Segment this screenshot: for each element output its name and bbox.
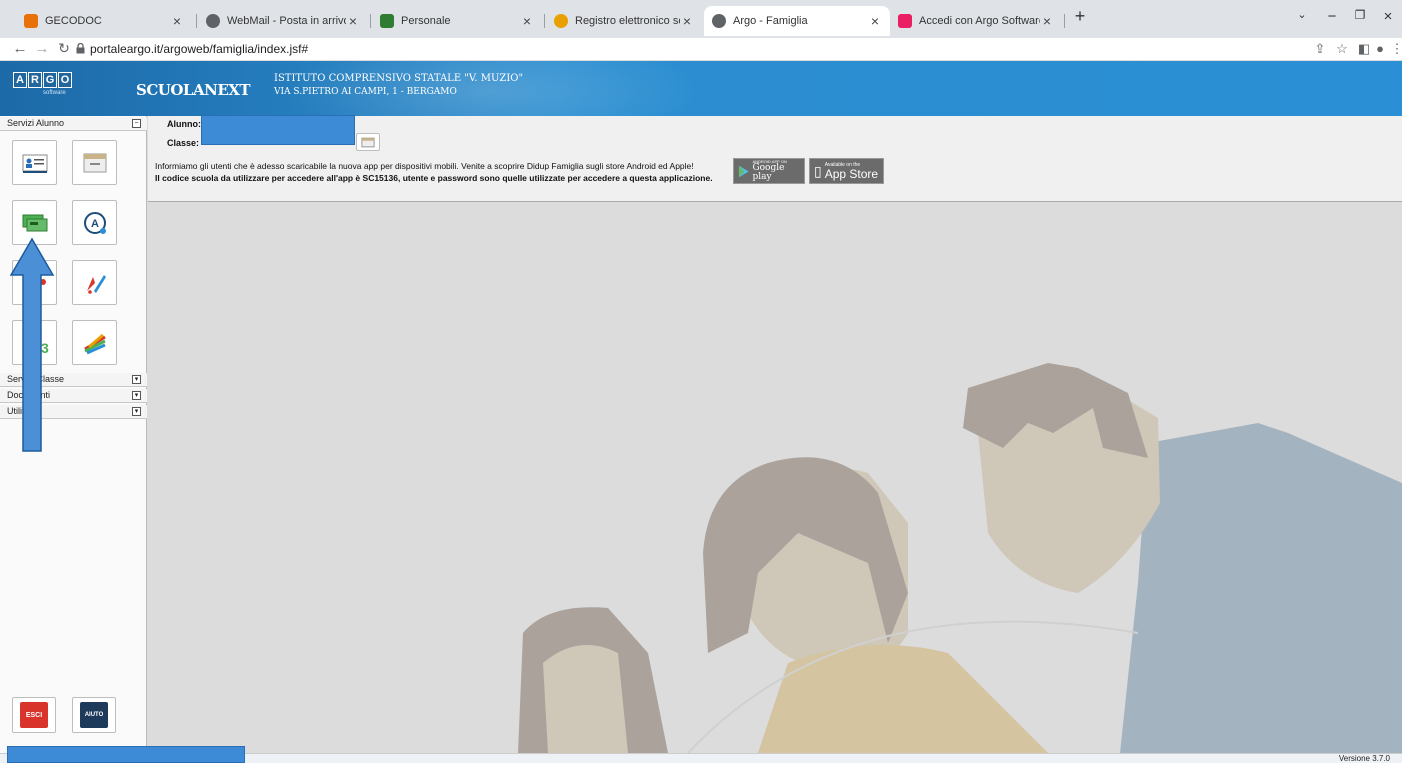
browser-tab-active[interactable]: Argo - Famiglia × bbox=[704, 6, 890, 36]
restore-icon[interactable]: ❐ bbox=[1350, 8, 1370, 22]
close-icon[interactable]: × bbox=[520, 13, 534, 29]
curriculum-icon bbox=[83, 333, 106, 354]
note-icon bbox=[86, 274, 106, 294]
redacted-footer bbox=[7, 746, 245, 763]
browser-tab[interactable]: Accedi con Argo Software × bbox=[890, 6, 1062, 36]
address-bar[interactable]: portaleargo.it/argoweb/famiglia/index.js… bbox=[90, 42, 308, 56]
product-name: SCUOLANEXT bbox=[136, 81, 251, 99]
browser-tab[interactable]: WebMail - Posta in arrivo - bgic8 × bbox=[198, 6, 368, 36]
close-icon[interactable]: × bbox=[1040, 13, 1054, 29]
close-icon[interactable]: × bbox=[346, 13, 360, 29]
bookmark-star-icon[interactable]: ☆ bbox=[1333, 41, 1351, 57]
redacted-student-info bbox=[201, 115, 355, 145]
browser-toolbar: ← → ↻ portaleargo.it/argoweb/famiglia/in… bbox=[0, 38, 1402, 61]
argo-favicon-icon bbox=[898, 14, 912, 28]
registro-favicon-icon bbox=[554, 14, 568, 28]
logo-subtitle: software bbox=[43, 90, 66, 96]
collapse-icon[interactable]: − bbox=[132, 119, 141, 128]
tab-separator bbox=[1064, 14, 1065, 28]
calendar-button[interactable] bbox=[72, 140, 117, 185]
share-icon[interactable]: ⇪ bbox=[1311, 41, 1329, 57]
google-play-icon bbox=[738, 165, 749, 177]
curriculum-button[interactable] bbox=[72, 320, 117, 365]
minimize-icon[interactable]: − bbox=[1322, 8, 1342, 25]
tasse-icon bbox=[22, 214, 47, 231]
main-content bbox=[148, 203, 1402, 753]
alunno-label: Alunno: bbox=[167, 119, 201, 129]
close-icon[interactable]: × bbox=[170, 13, 184, 29]
new-tab-button[interactable]: + bbox=[1070, 6, 1090, 27]
school-code-info: Il codice scuola da utilizzare per acced… bbox=[155, 173, 713, 183]
browser-tab[interactable]: Registro elettronico scuola × bbox=[546, 6, 702, 36]
esci-button[interactable]: ESCI bbox=[12, 697, 56, 733]
back-icon[interactable]: ← bbox=[10, 40, 30, 57]
tab-separator bbox=[196, 14, 197, 28]
profile-icon[interactable]: ● bbox=[1371, 41, 1389, 56]
section-servizi-alunno[interactable]: Servizi Alunno − bbox=[0, 117, 147, 131]
note-button[interactable] bbox=[72, 260, 117, 305]
google-play-badge[interactable]: ANDROID APP ON Google play bbox=[733, 158, 805, 184]
globe-icon bbox=[206, 14, 220, 28]
anagrafe-icon bbox=[22, 154, 47, 173]
phone-icon: ▯ bbox=[814, 162, 822, 179]
gecodoc-favicon-icon bbox=[24, 14, 38, 28]
personale-favicon-icon bbox=[380, 14, 394, 28]
version-label: Versione 3.7.0 bbox=[1338, 754, 1390, 763]
forward-icon[interactable]: → bbox=[32, 40, 52, 57]
close-window-icon[interactable]: × bbox=[1378, 8, 1398, 25]
aiuto-button[interactable]: AIUTO bbox=[72, 697, 116, 733]
tab-separator bbox=[370, 14, 371, 28]
app-announcement: Informiamo gli utenti che è adesso scari… bbox=[155, 161, 694, 171]
calendar-icon bbox=[83, 153, 106, 172]
school-address: VIA S.PIETRO AI CAMPI, 1 - BERGAMO bbox=[274, 87, 457, 97]
close-icon[interactable]: × bbox=[680, 13, 694, 29]
classe-label: Classe: bbox=[167, 138, 200, 148]
lock-icon[interactable] bbox=[76, 43, 85, 54]
school-name: ISTITUTO COMPRENSIVO STATALE "V. MUZIO" bbox=[274, 73, 524, 84]
globe-icon bbox=[712, 14, 726, 28]
app-header: A R G O software SCUOLANEXT ISTITUTO COM… bbox=[0, 61, 1402, 116]
browser-tab[interactable]: Personale × bbox=[372, 6, 542, 36]
calendar-icon bbox=[361, 137, 375, 147]
assenze-icon: A bbox=[83, 211, 106, 234]
anagrafe-button[interactable] bbox=[12, 140, 57, 185]
svg-text:A: A bbox=[91, 218, 99, 230]
family-illustration bbox=[518, 363, 1402, 753]
esci-label: ESCI bbox=[20, 702, 48, 728]
tab-separator bbox=[544, 14, 545, 28]
expand-icon[interactable]: ▾ bbox=[132, 391, 141, 400]
assenze-button[interactable]: A bbox=[72, 200, 117, 245]
aiuto-label: AIUTO bbox=[80, 702, 108, 728]
expand-icon[interactable]: ▾ bbox=[132, 375, 141, 384]
tab-search-icon[interactable]: ⌄ bbox=[1292, 8, 1312, 21]
close-icon[interactable]: × bbox=[868, 13, 882, 29]
expand-icon[interactable]: ▾ bbox=[132, 407, 141, 416]
browser-tab-bar: GECODOC × WebMail - Posta in arrivo - bg… bbox=[0, 0, 1402, 38]
annotation-arrow bbox=[10, 237, 55, 452]
reload-icon[interactable]: ↻ bbox=[54, 40, 74, 57]
menu-icon[interactable]: ⋮ bbox=[1388, 41, 1402, 57]
student-info-panel: Alunno: Classe: Informiamo gli utenti ch… bbox=[148, 115, 1402, 202]
app-store-badge[interactable]: ▯ Available on the App Store bbox=[809, 158, 884, 184]
browser-tab[interactable]: GECODOC × bbox=[16, 6, 192, 36]
select-class-button[interactable] bbox=[356, 133, 380, 151]
argo-logo: A R G O bbox=[13, 72, 72, 88]
